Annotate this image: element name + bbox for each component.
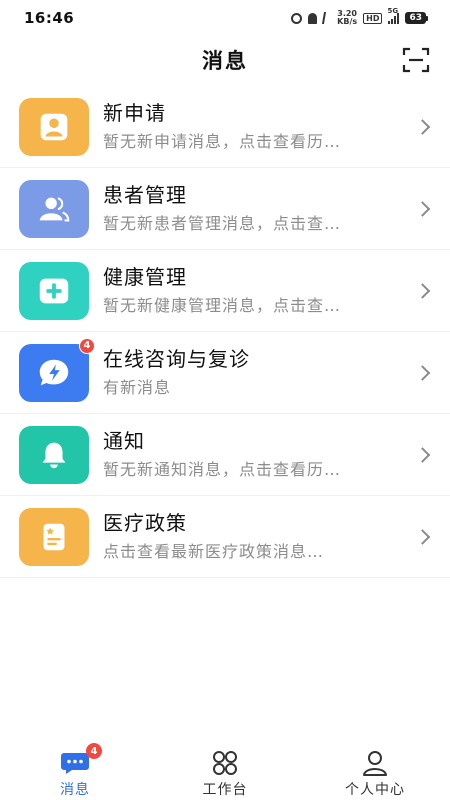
- message-title: 患者管理: [103, 182, 187, 207]
- chat-bolt-icon: [39, 359, 69, 385]
- status-icons: 3.20 KB/s HD 5G 63: [291, 7, 428, 26]
- person-icon: [40, 113, 68, 140]
- page-header: 消息: [0, 36, 450, 84]
- avatar: [19, 425, 89, 484]
- chevron-right-icon: [414, 118, 431, 135]
- bell-icon: [42, 442, 66, 468]
- message-subtitle: 暂无新患者管理消息，点击查…: [103, 213, 342, 233]
- chevron-right-icon: [414, 528, 431, 545]
- message-item-notification[interactable]: 通知 暂无新通知消息，点击查看历…: [0, 414, 450, 496]
- mute-icon: [308, 12, 318, 24]
- message-subtitle: 暂无新健康管理消息，点击查…: [103, 295, 342, 315]
- message-title: 健康管理: [103, 264, 187, 289]
- group-icon: [39, 197, 70, 221]
- chevron-right-icon: [414, 364, 431, 381]
- chevron-right-icon: [414, 446, 431, 463]
- message-title: 新申请: [103, 100, 166, 125]
- message-title: 通知: [103, 428, 145, 453]
- document-star-icon: [43, 523, 65, 550]
- message-title: 在线咨询与复诊: [103, 346, 250, 371]
- battery-icon: 63: [405, 12, 428, 24]
- message-subtitle: 点击查看最新医疗政策消息…: [103, 541, 325, 561]
- message-item-health-management[interactable]: 健康管理 暂无新健康管理消息，点击查…: [0, 250, 450, 332]
- scan-icon[interactable]: [402, 46, 430, 74]
- tab-label: 消息: [60, 782, 90, 798]
- status-time: 16:46: [24, 9, 75, 27]
- medical-plus-icon: [39, 278, 69, 303]
- page-title: 消息: [202, 49, 248, 73]
- bluetooth-icon: [322, 12, 333, 24]
- chevron-right-icon: [414, 200, 431, 217]
- message-item-online-consultation[interactable]: 4 在线咨询与复诊 有新消息: [0, 332, 450, 414]
- message-list: 新申请 暂无新申请消息，点击查看历… 患者管理 暂无新患者管理消息，点击查… 健…: [0, 86, 450, 578]
- tab-label: 个人中心: [345, 782, 405, 798]
- avatar: [19, 179, 89, 238]
- unread-badge: 4: [79, 337, 95, 354]
- tab-workbench[interactable]: 工作台: [150, 742, 300, 800]
- signal-icon: 5G: [387, 7, 400, 24]
- hd-icon: HD: [363, 12, 383, 24]
- bottom-tab-bar: 4 消息 工作台 个人中心: [0, 742, 450, 800]
- alarm-icon: [291, 12, 303, 24]
- user-icon: [363, 751, 387, 776]
- tab-messages[interactable]: 4 消息: [0, 742, 150, 800]
- message-item-medical-policy[interactable]: 医疗政策 点击查看最新医疗政策消息…: [0, 496, 450, 578]
- message-subtitle: 暂无新通知消息，点击查看历…: [103, 459, 342, 479]
- grid-icon: [213, 751, 237, 775]
- chevron-right-icon: [414, 282, 431, 299]
- tab-profile[interactable]: 个人中心: [300, 742, 450, 800]
- tab-label: 工作台: [202, 782, 248, 798]
- message-subtitle: 有新消息: [103, 377, 172, 397]
- avatar: [19, 507, 89, 566]
- status-bar: 16:46 3.20 KB/s HD 5G 63: [0, 0, 450, 36]
- net-speed: 3.20 KB/s: [337, 9, 358, 26]
- avatar: 4: [19, 337, 95, 402]
- chat-icon: [61, 753, 89, 774]
- avatar: [19, 97, 89, 156]
- message-subtitle: 暂无新申请消息，点击查看历…: [103, 131, 342, 151]
- message-item-new-application[interactable]: 新申请 暂无新申请消息，点击查看历…: [0, 86, 450, 168]
- avatar: [19, 261, 89, 320]
- message-title: 医疗政策: [103, 510, 187, 535]
- message-item-patient-management[interactable]: 患者管理 暂无新患者管理消息，点击查…: [0, 168, 450, 250]
- tab-badge: 4: [86, 743, 102, 759]
